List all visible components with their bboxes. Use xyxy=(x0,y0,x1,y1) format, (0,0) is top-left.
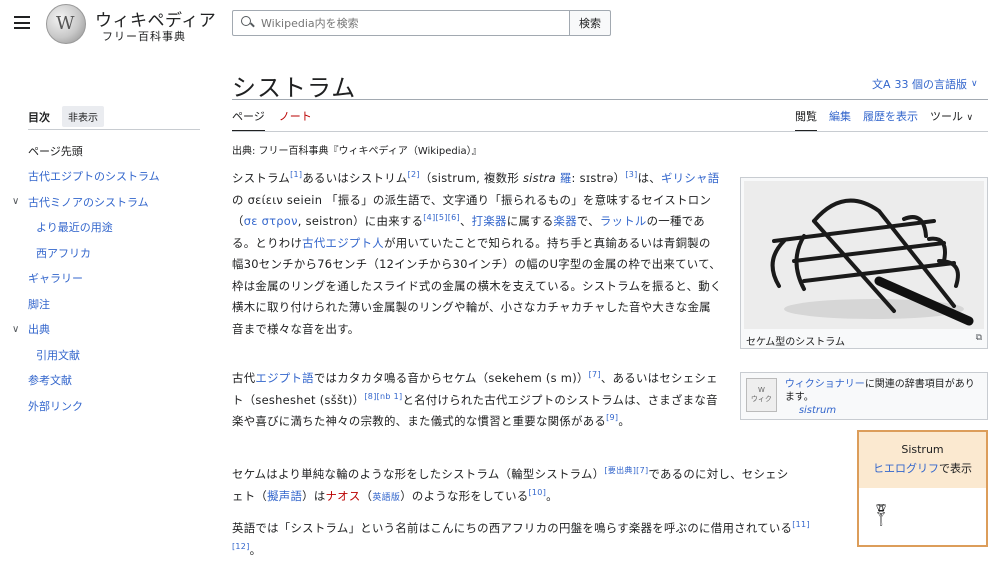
chevron-down-icon[interactable]: ∨ xyxy=(12,324,28,335)
toc-item[interactable]: ページ先頭 xyxy=(12,138,160,164)
tab-read[interactable]: 閲覧 xyxy=(795,108,817,132)
toc-item[interactable]: 脚注 xyxy=(12,291,160,317)
chevron-down-icon: ∨ xyxy=(971,79,978,89)
toc-list: ページ先頭 古代エジプトのシストラム ∨ 古代ミノアのシストラム より最近の用途 … xyxy=(12,138,160,419)
language-button[interactable]: 文A 33 個の言語版 ∨ xyxy=(872,76,978,92)
toc-item[interactable]: 古代エジプトのシストラム xyxy=(12,164,160,190)
search-icon xyxy=(241,16,255,30)
tab-talk[interactable]: ノート xyxy=(279,108,312,132)
toc-header: 目次 非表示 xyxy=(28,106,104,127)
search-button[interactable]: 検索 xyxy=(569,10,611,36)
wikipedia-globe-logo[interactable] xyxy=(46,4,86,44)
toc-item[interactable]: ∨ 出典 xyxy=(12,317,160,343)
toc-hide-button[interactable]: 非表示 xyxy=(62,106,104,127)
language-count: 33 個の言語版 xyxy=(894,78,968,91)
toc-subitem[interactable]: 西アフリカ xyxy=(12,240,160,266)
toc-item[interactable]: 参考文献 xyxy=(12,368,160,394)
source-line: 出典: フリー百科事典『ウィキペディア（Wikipedia）』 xyxy=(232,146,482,157)
chevron-down-icon[interactable]: ∨ xyxy=(12,196,28,207)
enlarge-icon[interactable]: ⧉ xyxy=(976,333,982,348)
toc-subitem[interactable]: より最近の用途 xyxy=(12,215,160,241)
wiktionary-link[interactable]: ウィクショナリー xyxy=(785,379,865,390)
hieroglyph-link[interactable]: ヒエログリフ xyxy=(873,462,939,475)
wiktionary-term-link[interactable]: sistrum xyxy=(785,405,836,416)
toc-divider xyxy=(28,129,200,130)
chevron-down-icon: ∨ xyxy=(966,113,974,123)
toc-item[interactable]: ∨ 古代ミノアのシストラム xyxy=(12,189,160,215)
toc-subitem[interactable]: 引用文献 xyxy=(12,342,160,368)
tabs-divider xyxy=(232,131,988,132)
search-box[interactable] xyxy=(232,10,570,36)
tab-page[interactable]: ページ xyxy=(232,108,265,132)
title-divider xyxy=(232,99,988,100)
logo-tagline: フリー百科事典 xyxy=(102,30,186,43)
sistrum-hieroglyph-icon: 𓏣 xyxy=(875,507,887,532)
main-menu-button[interactable] xyxy=(14,16,30,29)
tab-history[interactable]: 履歴を表示 xyxy=(863,108,918,132)
translate-icon: 文A xyxy=(872,78,891,91)
paragraph-intro: シストラム[1]あるいはシストリム[2]（sistrum, 複数形 sistra… xyxy=(232,170,722,336)
hieroglyph-title: Sistrum xyxy=(901,443,944,456)
toc-item[interactable]: ギャラリー xyxy=(12,266,160,292)
paragraph-english: 英語では「シストラム」という名前はこんにちの西アフリカの円盤を鳴らす楽器を呼ぶの… xyxy=(232,520,810,557)
image-thumbnail: セケム型のシストラム ⧉ xyxy=(740,177,988,349)
search-input[interactable] xyxy=(261,16,561,30)
hieroglyph-box: Sistrum ヒエログリフで表示 𓏣 xyxy=(857,430,988,547)
view-tabs: 閲覧 編集 履歴を表示 ツール ∨ xyxy=(795,108,973,132)
sistrum-photo[interactable] xyxy=(744,181,984,329)
image-caption: セケム型のシストラム xyxy=(746,337,845,348)
paragraph-egypt: 古代エジプト語ではカタカタ鳴る音からセケム（sekehem (s m)）[7]、… xyxy=(232,370,718,428)
wiktionary-box: W ウィク ウィクショナリーに関連の辞書項目があります。 sistrum xyxy=(740,372,988,420)
page-title: シストラム xyxy=(232,74,357,102)
namespace-tabs: ページ ノート xyxy=(232,108,312,132)
wiktionary-icon: W ウィク xyxy=(746,378,777,412)
tab-edit[interactable]: 編集 xyxy=(829,108,851,132)
paragraph-types: セケムはより単純な輪のような形をしたシストラム（輪型シストラム）[要出典][7]… xyxy=(232,466,789,503)
toc-item[interactable]: 外部リンク xyxy=(12,393,160,419)
tab-tools[interactable]: ツール ∨ xyxy=(930,108,973,132)
toc-title: 目次 xyxy=(28,110,50,124)
